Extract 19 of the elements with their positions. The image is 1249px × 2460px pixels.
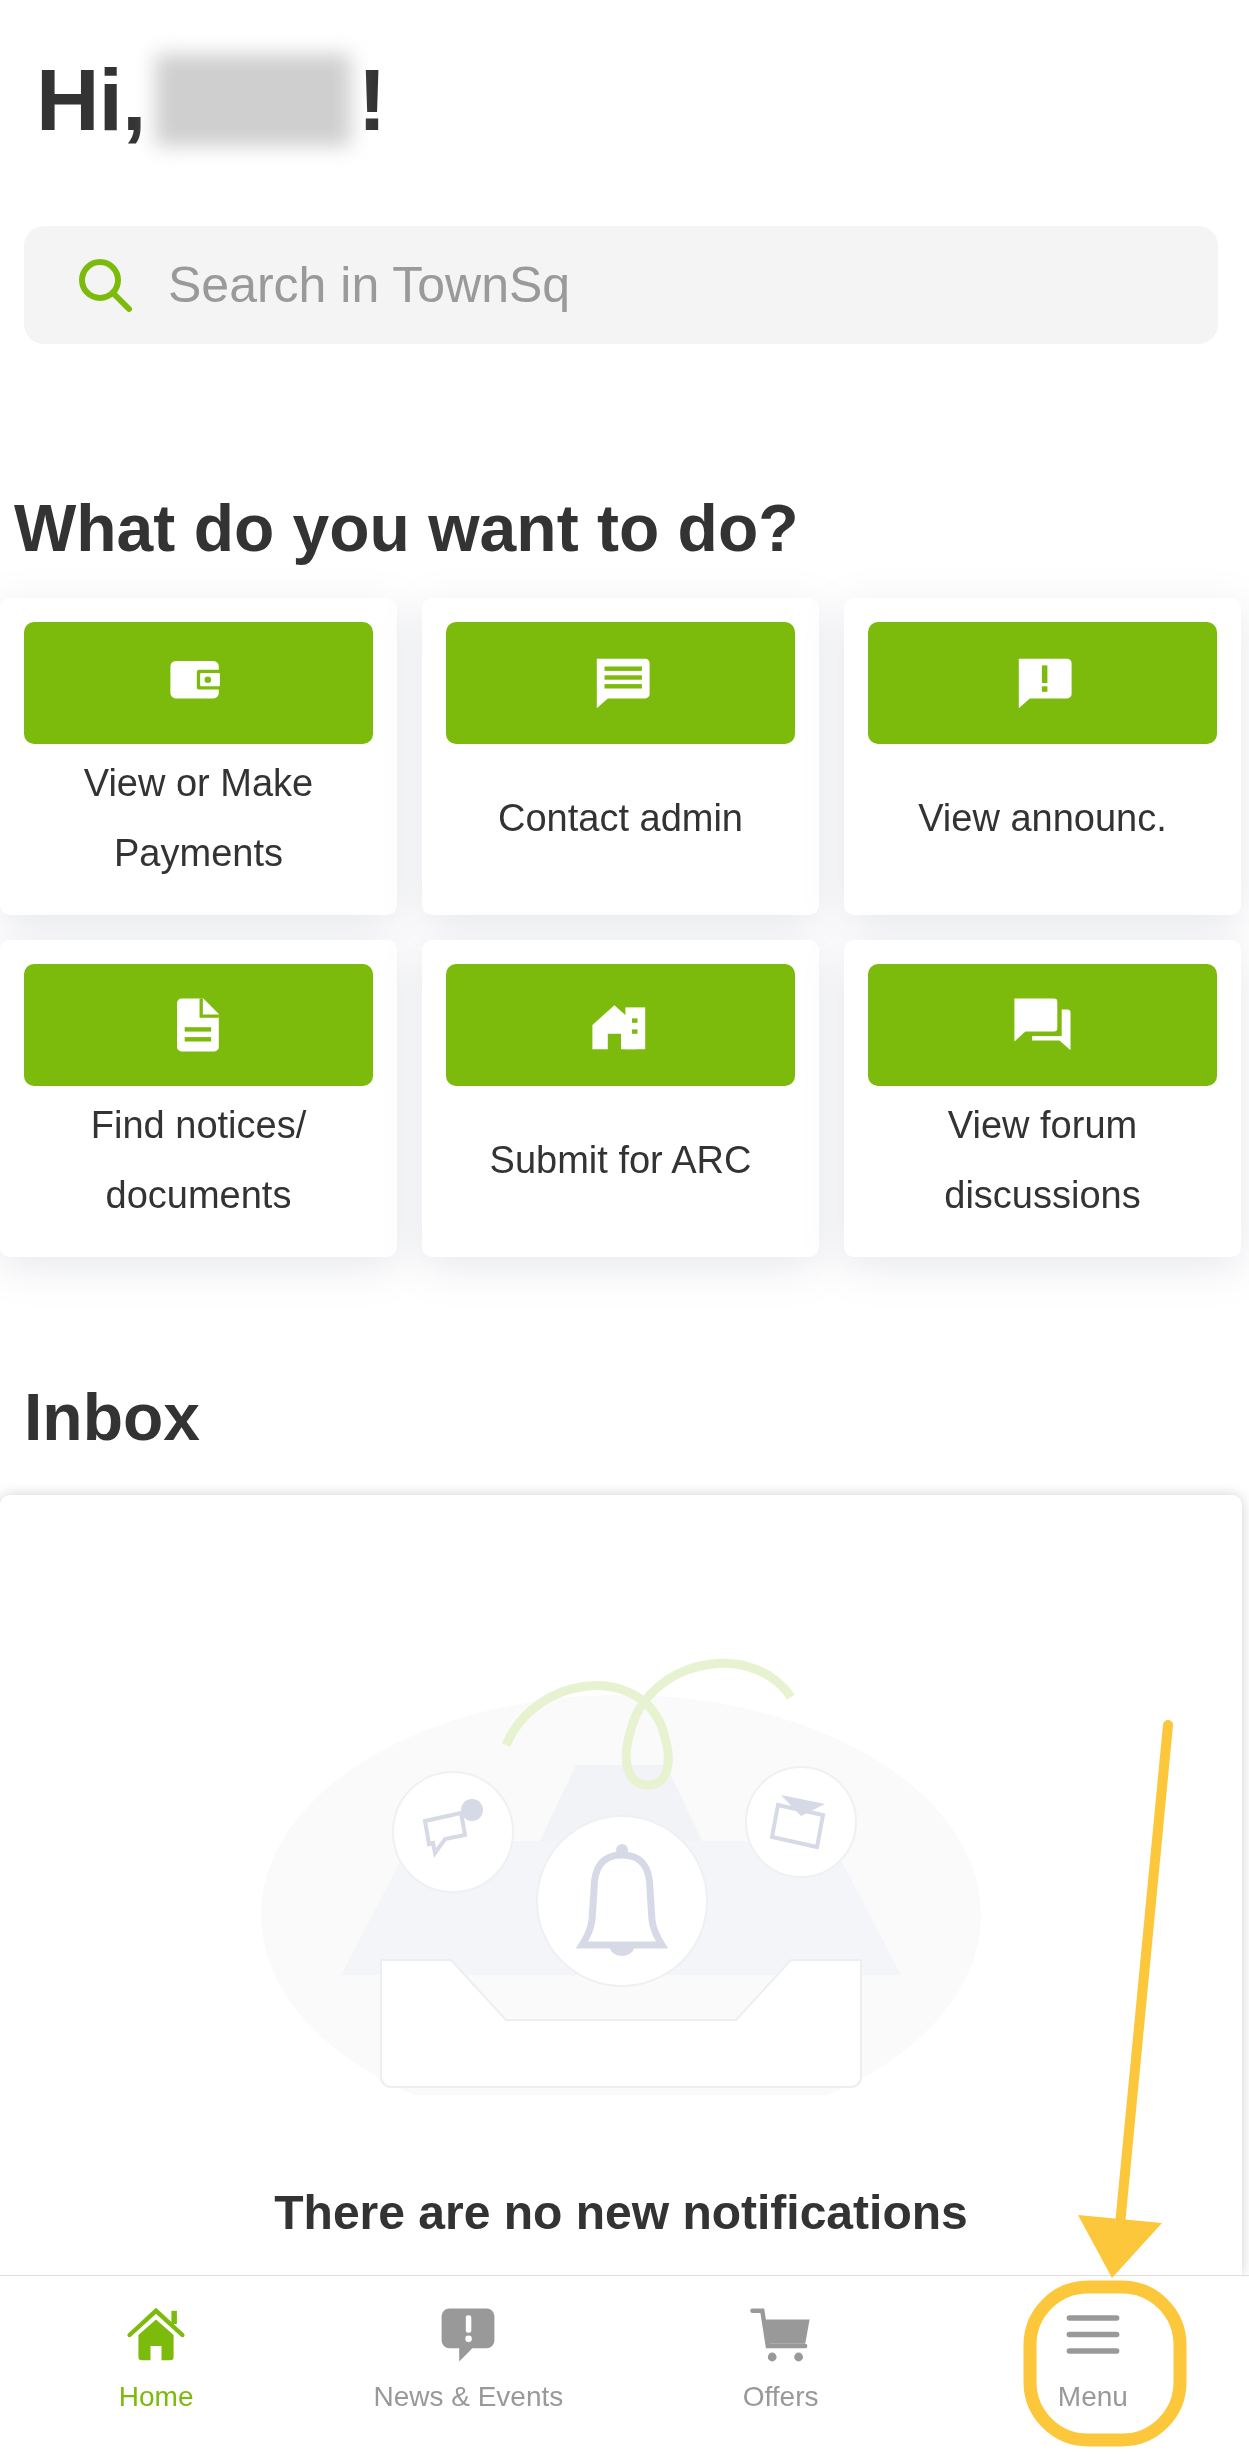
action-tile[interactable]: Find notices/ documents	[0, 940, 397, 1257]
search-icon	[76, 256, 134, 314]
action-label: View or Make Payments	[82, 760, 315, 876]
section-title: What do you want to do?	[14, 491, 799, 565]
action-tile[interactable]: Submit for ARC	[422, 940, 819, 1257]
action-tile[interactable]: View or Make Payments	[0, 598, 397, 915]
action-label: View forum discussions	[943, 1102, 1142, 1218]
action-label: Find notices/ documents	[89, 1102, 308, 1218]
action-tile[interactable]: Contact admin	[422, 598, 819, 915]
action-label: View announc.	[918, 795, 1167, 841]
action-label: Submit for ARC	[489, 1137, 752, 1183]
action-tile[interactable]: View announc.	[844, 598, 1241, 915]
greeting-text: !	[357, 49, 386, 151]
greeting-text: Hi,	[36, 49, 146, 151]
section-title: Inbox	[24, 1380, 200, 1454]
action-label: Contact admin	[498, 795, 743, 841]
search-field[interactable]: Search in TownSq	[24, 226, 1218, 344]
action-tile[interactable]: View forum discussions	[844, 940, 1241, 1257]
empty-notifications-message: There are no new notifications	[274, 2186, 968, 2239]
